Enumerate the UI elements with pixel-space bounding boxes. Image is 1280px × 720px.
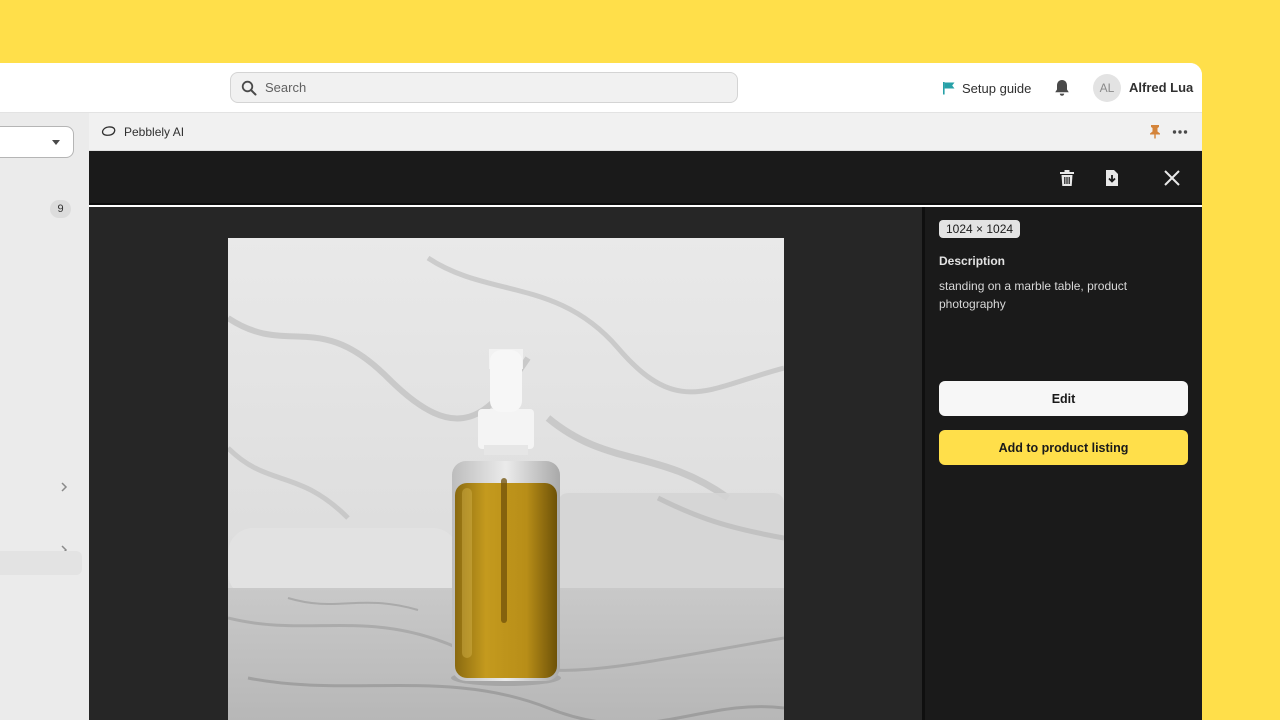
download-icon[interactable] xyxy=(1102,168,1122,188)
edit-button[interactable]: Edit xyxy=(939,381,1188,416)
count-badge: 9 xyxy=(50,200,71,218)
chevron-right-icon[interactable] xyxy=(58,481,70,493)
admin-window: Setup guide AL Alfred Lua 9 Pebblely AI xyxy=(0,63,1202,720)
app-logo-icon xyxy=(101,126,116,136)
app-header: Pebblely AI xyxy=(89,113,1202,151)
search-bar[interactable] xyxy=(230,72,738,103)
add-to-product-listing-button[interactable]: Add to product listing xyxy=(939,430,1188,465)
sidebar: 9 xyxy=(0,113,89,720)
caret-down-icon xyxy=(52,140,60,145)
description-text: standing on a marble table, product phot… xyxy=(939,279,1128,311)
avatar[interactable]: AL xyxy=(1093,74,1121,102)
setup-guide-label: Setup guide xyxy=(962,80,1032,96)
viewer-toolbar xyxy=(89,151,1202,205)
avatar-initials: AL xyxy=(1099,81,1115,95)
trash-icon[interactable] xyxy=(1057,168,1077,188)
search-input[interactable] xyxy=(265,80,725,95)
flag-icon xyxy=(943,82,955,95)
close-icon[interactable] xyxy=(1162,168,1182,188)
sidebar-item-selected[interactable] xyxy=(0,551,82,575)
product-photo xyxy=(228,238,784,720)
setup-guide-link[interactable]: Setup guide xyxy=(942,78,1031,98)
dimensions-badge: 1024 × 1024 xyxy=(939,220,1021,238)
bell-icon[interactable] xyxy=(1053,78,1071,98)
top-bar: Setup guide AL Alfred Lua xyxy=(0,63,1202,113)
search-icon xyxy=(241,80,257,95)
pin-icon[interactable] xyxy=(1149,124,1161,139)
description-heading: Description xyxy=(939,254,1006,268)
details-panel: 1024 × 1024 Description standing on a ma… xyxy=(922,207,1202,720)
image-stage xyxy=(89,207,922,720)
user-name[interactable]: Alfred Lua xyxy=(1129,80,1193,95)
store-selector[interactable] xyxy=(0,126,74,158)
more-icon[interactable] xyxy=(1171,123,1189,141)
app-title: Pebblely AI xyxy=(124,125,185,139)
